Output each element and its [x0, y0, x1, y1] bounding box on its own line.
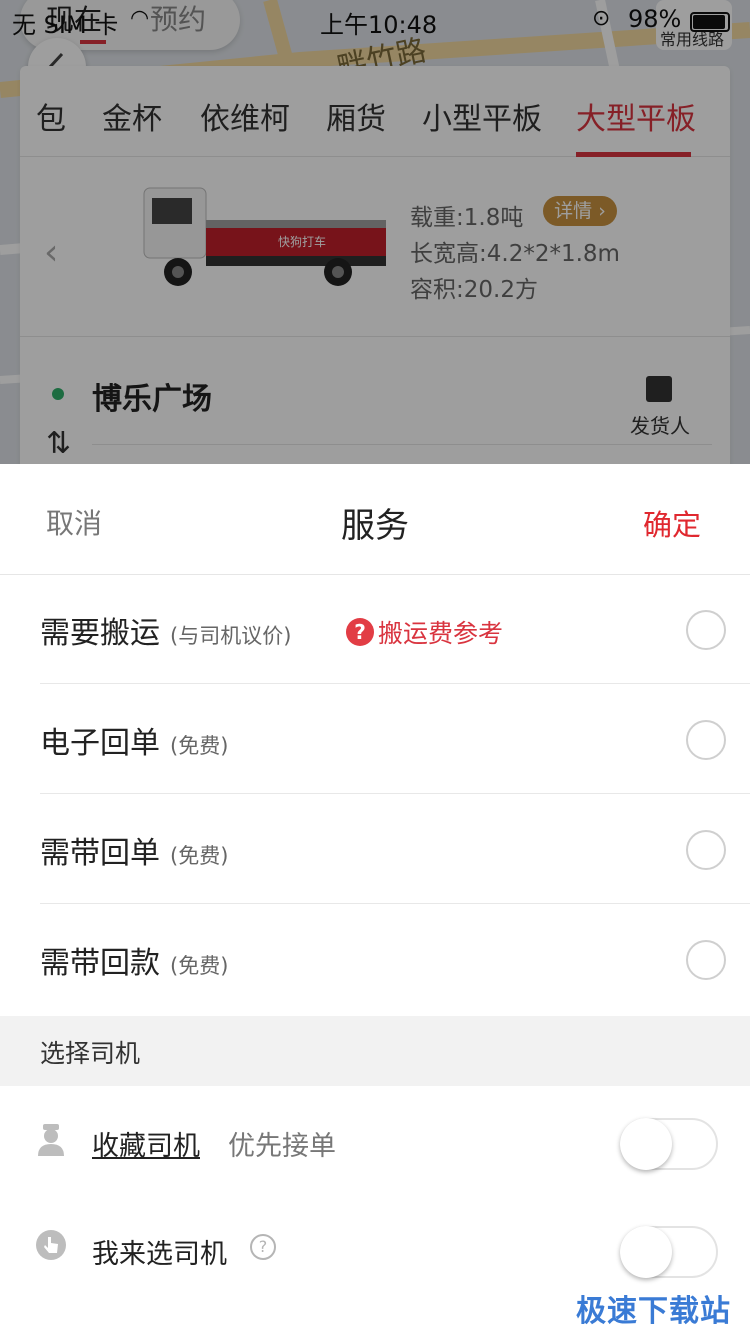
service-label: 需带回款 (免费)	[40, 938, 228, 982]
service-name: 需要搬运	[40, 616, 160, 651]
favorite-driver-link[interactable]: 收藏司机	[92, 1124, 200, 1163]
sheet-title: 服务	[341, 506, 409, 546]
confirm-button[interactable]: 确定	[643, 502, 701, 544]
fee-reference-label: 搬运费参考	[378, 619, 504, 648]
service-note: (与司机议价)	[170, 624, 292, 648]
choose-driver-label: 我来选司机	[92, 1239, 227, 1270]
hand-pointer-icon	[36, 1230, 66, 1260]
service-radio-return-payment[interactable]	[686, 940, 726, 980]
driver-icon	[38, 1124, 64, 1156]
service-label: 电子回单 (免费)	[40, 718, 228, 762]
modal-overlay[interactable]	[0, 0, 750, 470]
toggle-knob	[620, 1118, 672, 1170]
service-note: (免费)	[170, 844, 229, 868]
favorite-driver-subtitle: 优先接单	[228, 1131, 336, 1162]
service-label: 需带回单 (免费)	[40, 828, 228, 872]
question-icon: ?	[346, 618, 374, 646]
watermark: 极速下载站	[576, 1294, 731, 1329]
service-sheet: 取消 服务 确定 需要搬运 (与司机议价) ? 搬运费参考 电子回单 (免费) 需带回…	[0, 464, 750, 1334]
service-note: (免费)	[170, 734, 229, 758]
service-row-return-receipt[interactable]: 需带回单 (免费)	[0, 794, 750, 904]
service-radio-carry[interactable]	[686, 610, 726, 650]
driver-section-title: 选择司机	[40, 1039, 141, 1068]
service-row-return-payment[interactable]: 需带回款 (免费)	[0, 904, 750, 1014]
service-name: 需带回款	[40, 946, 160, 981]
carry-fee-reference-link[interactable]: ? 搬运费参考	[346, 614, 503, 650]
favorite-driver-toggle[interactable]	[620, 1118, 718, 1170]
choose-driver-toggle[interactable]	[620, 1226, 718, 1278]
service-note: (免费)	[170, 954, 229, 978]
service-label: 需要搬运 (与司机议价)	[40, 608, 291, 652]
favorite-driver-row: 收藏司机 优先接单	[0, 1086, 750, 1194]
sheet-header: 取消 服务 确定	[0, 464, 750, 575]
service-row-carry[interactable]: 需要搬运 (与司机议价) ? 搬运费参考	[0, 574, 750, 684]
service-name: 电子回单	[40, 726, 160, 761]
service-radio-return-receipt[interactable]	[686, 830, 726, 870]
service-row-e-receipt[interactable]: 电子回单 (免费)	[0, 684, 750, 794]
toggle-knob	[620, 1226, 672, 1278]
driver-section-header: 选择司机	[0, 1016, 750, 1086]
service-radio-e-receipt[interactable]	[686, 720, 726, 760]
help-icon[interactable]: ?	[250, 1234, 276, 1260]
service-name: 需带回单	[40, 836, 160, 871]
